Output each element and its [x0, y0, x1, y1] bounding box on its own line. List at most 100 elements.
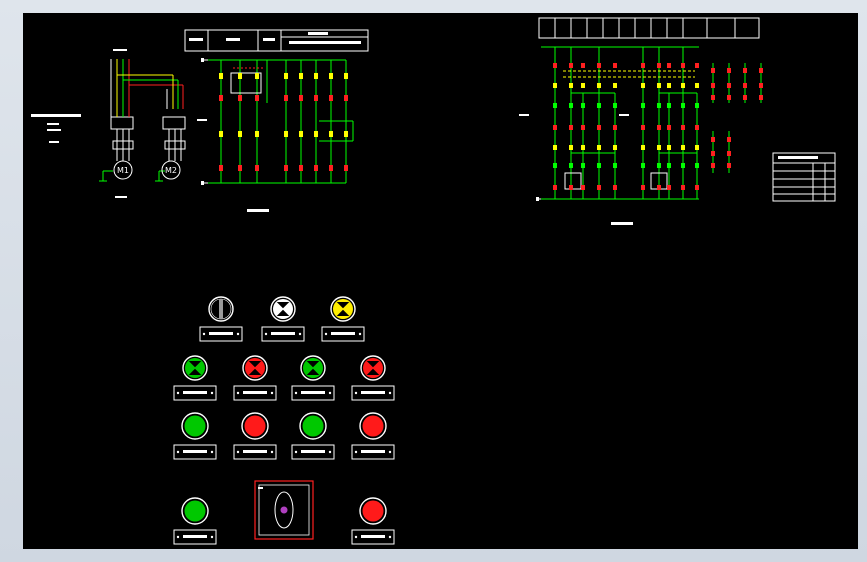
contact-mark	[711, 163, 715, 168]
contact-mark	[641, 125, 645, 130]
contact-mark	[743, 68, 747, 73]
motors-group: M1 M2	[113, 160, 181, 180]
contact-mark	[255, 165, 259, 171]
contact-mark	[314, 73, 318, 79]
contact-mark	[681, 125, 685, 130]
indicator-lamp-icon[interactable]	[182, 355, 208, 381]
emergency-stop-icon[interactable]	[359, 497, 387, 525]
contact-mark	[759, 83, 763, 88]
contact-mark	[219, 73, 223, 79]
contact-mark	[553, 145, 557, 150]
indicator-lamp-icon[interactable]	[330, 296, 356, 322]
contact-mark	[553, 103, 557, 108]
contact-mark	[613, 145, 617, 150]
contact-mark	[314, 95, 318, 101]
push-button-icon[interactable]	[241, 412, 269, 440]
contact-mark	[569, 185, 573, 190]
contact-mark	[238, 165, 242, 171]
contact-mark	[681, 83, 685, 88]
contact-mark	[569, 125, 573, 130]
push-button-icon[interactable]	[181, 497, 209, 525]
contact-mark	[641, 145, 645, 150]
contact-mark	[681, 103, 685, 108]
contact-mark	[667, 185, 671, 190]
contact-mark	[695, 145, 699, 150]
contact-mark	[581, 163, 585, 168]
cad-canvas[interactable]: M1 M2	[23, 13, 858, 549]
contact-mark	[667, 163, 671, 168]
contact-mark	[238, 95, 242, 101]
contact-mark	[681, 163, 685, 168]
contact-mark	[569, 163, 573, 168]
contact-mark	[219, 95, 223, 101]
contact-mark	[581, 83, 585, 88]
contact-mark	[641, 63, 645, 68]
contact-mark	[695, 163, 699, 168]
contact-mark	[667, 63, 671, 68]
push-button-icon[interactable]	[299, 412, 327, 440]
contact-mark	[569, 103, 573, 108]
contact-mark	[727, 151, 731, 156]
contact-mark	[553, 163, 557, 168]
contact-mark	[657, 185, 661, 190]
contact-mark	[667, 83, 671, 88]
contact-mark	[711, 151, 715, 156]
contact-mark	[657, 125, 661, 130]
contact-mark	[711, 68, 715, 73]
indicator-lamp-icon[interactable]	[300, 355, 326, 381]
motor-label: M1	[117, 166, 129, 175]
main-power-circuit	[31, 49, 186, 198]
selector-switch-icon[interactable]	[208, 296, 234, 322]
contact-mark	[284, 131, 288, 137]
indicator-lamp-icon[interactable]	[242, 355, 268, 381]
contact-mark	[681, 185, 685, 190]
contact-mark	[553, 125, 557, 130]
contact-mark	[299, 73, 303, 79]
contact-mark	[597, 125, 601, 130]
contact-mark	[344, 95, 348, 101]
indicator-lamp-icon[interactable]	[360, 355, 386, 381]
contact-mark	[613, 103, 617, 108]
contact-mark	[329, 165, 333, 171]
contact-mark	[255, 73, 259, 79]
ellipse-box[interactable]	[254, 480, 314, 540]
contact-mark	[759, 95, 763, 100]
contact-mark	[667, 125, 671, 130]
contact-mark	[597, 185, 601, 190]
contact-mark	[613, 125, 617, 130]
contact-mark	[711, 137, 715, 142]
contact-mark	[344, 165, 348, 171]
contact-mark	[255, 95, 259, 101]
contact-mark	[219, 165, 223, 171]
contact-mark	[284, 73, 288, 79]
contact-mark	[553, 83, 557, 88]
motor-symbol-icon: M2	[161, 160, 181, 180]
contact-mark	[681, 145, 685, 150]
contact-mark	[581, 185, 585, 190]
contact-mark	[569, 63, 573, 68]
push-button-icon[interactable]	[181, 412, 209, 440]
contact-mark	[553, 63, 557, 68]
contact-mark	[727, 83, 731, 88]
contact-mark	[597, 103, 601, 108]
contact-mark	[597, 145, 601, 150]
contact-mark	[219, 131, 223, 137]
contact-mark	[581, 103, 585, 108]
contact-mark	[667, 103, 671, 108]
contact-mark	[759, 68, 763, 73]
contact-mark	[597, 163, 601, 168]
push-button-icon[interactable]	[359, 412, 387, 440]
contact-mark	[299, 95, 303, 101]
contact-mark	[657, 145, 661, 150]
contact-mark	[238, 131, 242, 137]
contact-mark	[299, 165, 303, 171]
control-circuit-2	[519, 17, 836, 225]
contact-mark	[641, 185, 645, 190]
contact-mark	[657, 163, 661, 168]
contact-mark	[344, 73, 348, 79]
contact-mark	[727, 163, 731, 168]
contact-mark	[727, 68, 731, 73]
contact-mark	[613, 63, 617, 68]
contact-mark	[284, 165, 288, 171]
indicator-lamp-icon[interactable]	[270, 296, 296, 322]
